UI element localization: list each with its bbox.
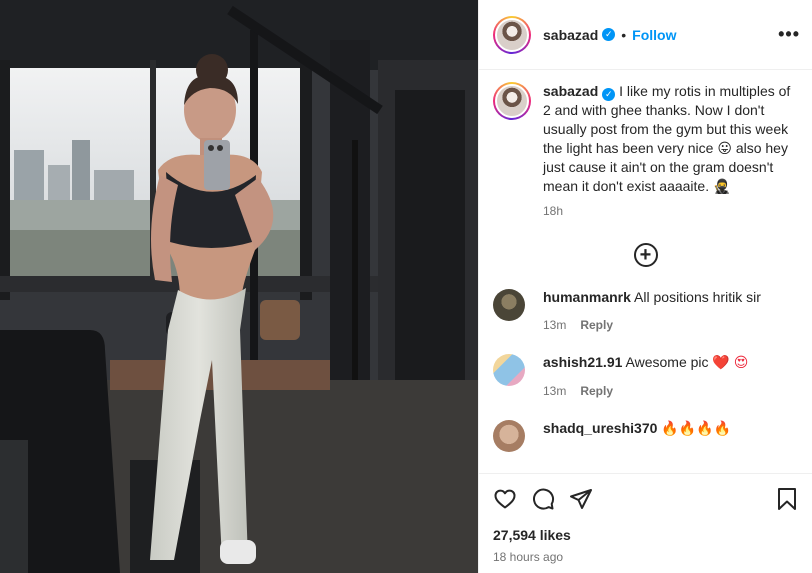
post-photo[interactable] [0,0,478,573]
follow-button[interactable]: Follow [632,27,676,43]
comment-item: humanmanrk All positions hritik sir 13m R… [479,289,812,332]
comment-username[interactable]: shadq_ureshi370 [543,420,657,436]
post-header: sabazad ✓ • Follow ••• [479,0,812,70]
likes-count[interactable]: 27,594 likes [493,527,798,543]
plus-circle-icon[interactable]: + [633,243,658,267]
share-icon[interactable] [569,487,593,511]
caption-avatar[interactable] [493,82,531,120]
reply-button[interactable]: Reply [580,318,613,332]
comment-time: 13m [543,318,567,332]
reply-button[interactable]: Reply [580,384,613,398]
caption-block: sabazad ✓ I like my rotis in multiples of… [479,70,812,221]
load-more-row: + [479,243,812,267]
caption-username[interactable]: sabazad [543,83,598,99]
caption-verified-badge-icon: ✓ [602,88,616,101]
post-side-panel: sabazad ✓ • Follow ••• sabazad ✓ I like m… [478,0,812,573]
more-options-button[interactable]: ••• [778,24,800,45]
comment-text: Awesome pic [625,354,709,370]
comments-area[interactable]: sabazad ✓ I like my rotis in multiples of… [479,70,812,473]
action-bar: 27,594 likes 18 hours ago [479,473,812,573]
separator-dot: • [621,26,627,43]
author-username[interactable]: sabazad [543,27,598,43]
author-avatar[interactable] [493,15,531,54]
verified-badge-icon: ✓ [602,28,616,41]
comment-item: shadq_ureshi370 🔥🔥🔥🔥 [479,420,812,452]
comment-item: ashish21.91 Awesome pic ❤️ 😍 13m Reply [479,354,812,398]
heart-icon[interactable] [493,487,517,511]
comment-emoji: ❤️ 😍 [712,354,749,370]
comment-avatar[interactable] [493,289,525,321]
gym-mirror-selfie-image [0,0,478,573]
caption-text: I like my rotis in multiples of 2 and wi… [543,83,791,194]
comment-time: 13m [543,384,567,398]
comment-text: 🔥🔥🔥🔥 [661,420,732,436]
comment-username[interactable]: ashish21.91 [543,354,622,370]
comment-text: All positions hritik sir [634,289,761,305]
posted-time[interactable]: 18 hours ago [493,550,798,564]
comment-icon[interactable] [531,487,555,511]
bookmark-icon[interactable] [776,487,798,511]
comment-avatar[interactable] [493,420,525,452]
comment-username[interactable]: humanmanrk [543,289,631,305]
caption-time[interactable]: 18h [543,202,793,221]
comment-avatar[interactable] [493,354,525,386]
